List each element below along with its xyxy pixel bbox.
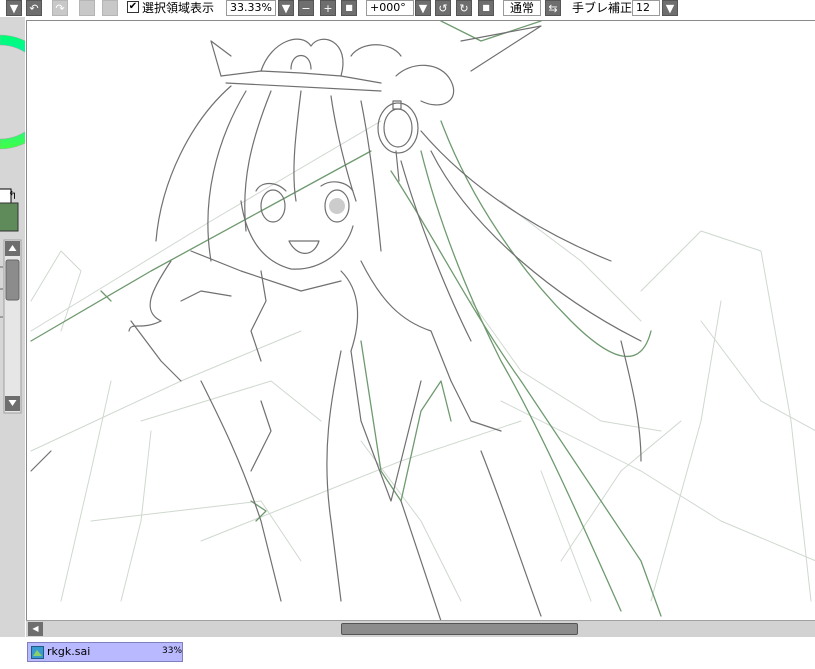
- selection-display-label: 選択領域表示: [142, 1, 215, 15]
- left-panel-graphics: [0, 34, 58, 414]
- chevron-down-icon: ▼: [9, 1, 19, 15]
- stabilizer-dropdown-button[interactable]: ▼: [662, 0, 678, 16]
- rotate-cw-button[interactable]: ↻: [456, 0, 472, 16]
- minus-icon: −: [301, 1, 311, 15]
- scroll-thumb[interactable]: [341, 623, 578, 635]
- document-icon: [31, 646, 44, 659]
- slider-thumb: [5, 259, 20, 301]
- rotation-field[interactable]: +000°: [366, 0, 414, 16]
- selection-display-checkbox[interactable]: ✔: [127, 1, 139, 13]
- zoom-out-button[interactable]: −: [298, 0, 314, 16]
- chevron-down-icon: ▼: [418, 1, 428, 15]
- top-toolbar: ▼ ↶ ↷ ✔ 選択領域表示 33.33% ▼ − + ■ +000° ▼ ↺ …: [0, 0, 815, 17]
- rotate-ccw-icon: ↺: [438, 1, 448, 15]
- redo-icon: ↷: [55, 1, 65, 15]
- drawing-canvas[interactable]: [26, 20, 815, 620]
- foreground-color-swatch: [0, 202, 19, 232]
- color-wheel: [0, 34, 58, 150]
- plus-icon: +: [323, 1, 333, 15]
- menu-dropdown-button[interactable]: ▼: [6, 0, 22, 16]
- stabilizer-label: 手ブレ補正: [572, 1, 633, 15]
- scroll-left-button[interactable]: ◀: [28, 622, 43, 636]
- undo-icon: ↶: [29, 1, 39, 15]
- blend-mode-field[interactable]: 通常: [503, 0, 541, 16]
- rotation-dropdown-button[interactable]: ▼: [415, 0, 431, 16]
- flip-button[interactable]: ⇆: [545, 0, 561, 16]
- chevron-down-icon: ▼: [281, 1, 291, 15]
- zoom-dropdown-button[interactable]: ▼: [278, 0, 294, 16]
- zoom-field[interactable]: 33.33%: [226, 0, 276, 16]
- redo-button[interactable]: ↷: [52, 0, 68, 16]
- document-tab-bar: rkgk.sai 33%: [0, 637, 815, 666]
- square-icon: ■: [482, 3, 490, 12]
- flip-icon: ⇆: [548, 1, 558, 15]
- zoom-reset-button[interactable]: ■: [341, 0, 357, 16]
- document-filename: rkgk.sai: [47, 645, 91, 658]
- check-icon: ✔: [128, 1, 138, 12]
- arrow-left-icon: ◀: [32, 624, 39, 633]
- stabilizer-field[interactable]: 12: [632, 0, 660, 16]
- document-tab[interactable]: rkgk.sai 33%: [27, 642, 183, 662]
- sketch-artwork: [30, 21, 815, 620]
- document-zoom: 33%: [162, 646, 183, 656]
- left-tool-panel: ↰: [0, 17, 58, 666]
- zoom-in-button[interactable]: +: [320, 0, 336, 16]
- invert-selection-button[interactable]: [102, 0, 118, 16]
- rotate-cw-icon: ↻: [459, 1, 469, 15]
- deselect-button[interactable]: [79, 0, 95, 16]
- chevron-down-icon: ▼: [665, 1, 675, 15]
- undo-button[interactable]: ↶: [26, 0, 42, 16]
- square-icon: ■: [345, 3, 353, 12]
- horizontal-scrollbar[interactable]: ◀: [26, 620, 815, 637]
- rotate-ccw-button[interactable]: ↺: [435, 0, 451, 16]
- rotate-reset-button[interactable]: ■: [478, 0, 494, 16]
- swap-colors-icon[interactable]: ↰: [8, 189, 17, 202]
